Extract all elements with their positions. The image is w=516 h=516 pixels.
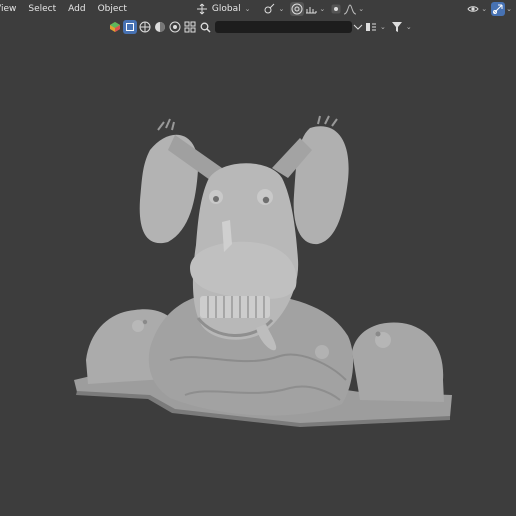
view-menu[interactable]: View bbox=[0, 4, 22, 14]
search-input[interactable] bbox=[218, 22, 341, 32]
viewport-right-tools: ⌄ ⌄ bbox=[466, 2, 512, 16]
proportional-toggle-icon[interactable] bbox=[329, 2, 343, 16]
add-menu[interactable]: Add bbox=[62, 4, 91, 14]
pivot-snap-group: ⌄ ⌄ ⌄ bbox=[263, 2, 364, 16]
chevron-down-icon[interactable]: ⌄ bbox=[319, 5, 325, 13]
chevron-down-icon[interactable]: ⌄ bbox=[380, 23, 386, 31]
orientation-label: Global bbox=[211, 4, 241, 14]
orientation-dropdown[interactable]: Global ⌄ bbox=[209, 2, 254, 16]
object-icon[interactable] bbox=[123, 20, 137, 34]
filter-icon[interactable] bbox=[390, 20, 404, 34]
sculpt-model bbox=[74, 115, 452, 427]
chevron-down-icon[interactable]: ⌄ bbox=[481, 5, 487, 13]
camera-icon[interactable] bbox=[168, 20, 182, 34]
proportional-edit-icon[interactable] bbox=[304, 2, 318, 16]
chevron-down-icon: ⌄ bbox=[244, 5, 251, 13]
viewport-canvas[interactable] bbox=[0, 36, 516, 516]
chevron-down-icon[interactable]: ⌄ bbox=[278, 5, 284, 13]
falloff-icon[interactable] bbox=[343, 2, 357, 16]
chevron-down-icon[interactable]: ⌄ bbox=[506, 5, 512, 13]
gizmo-icon[interactable] bbox=[491, 2, 506, 16]
model-teeth bbox=[200, 296, 270, 318]
lamp-icon[interactable] bbox=[153, 20, 167, 34]
chevron-down-icon[interactable]: ⌄ bbox=[358, 5, 364, 13]
transform-orientation-icon bbox=[195, 2, 209, 16]
object-menu[interactable]: Object bbox=[92, 4, 133, 14]
collection-icon[interactable] bbox=[108, 20, 122, 34]
outliner-search[interactable] bbox=[215, 21, 352, 33]
select-menu[interactable]: Select bbox=[22, 4, 62, 14]
mesh-icon[interactable] bbox=[138, 20, 152, 34]
sort-icon[interactable] bbox=[364, 20, 378, 34]
snap-icon[interactable] bbox=[263, 2, 277, 16]
snap-target-icon[interactable] bbox=[290, 2, 305, 16]
view-filter-icon[interactable] bbox=[353, 20, 363, 34]
other-icon[interactable] bbox=[183, 20, 197, 34]
chevron-down-icon[interactable]: ⌄ bbox=[406, 23, 412, 31]
transform-orientation[interactable]: Global ⌄ bbox=[195, 2, 254, 16]
outliner-toolbar: ⌄ ⌄ bbox=[108, 19, 412, 35]
model-right-blob bbox=[352, 322, 444, 402]
viewport-header: View Select Add Object Global ⌄ ⌄ ⌄ ⌄ bbox=[0, 0, 516, 18]
visibility-icon[interactable] bbox=[466, 2, 480, 16]
search-icon bbox=[198, 20, 212, 34]
